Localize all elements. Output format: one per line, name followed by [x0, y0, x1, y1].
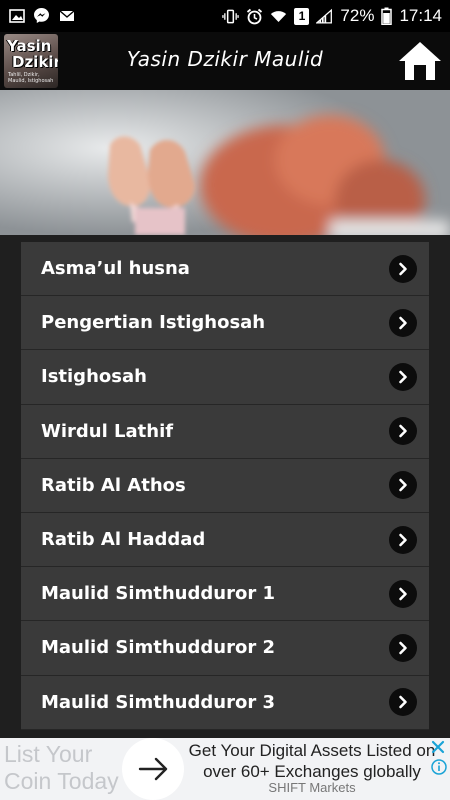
ad-left-text[interactable]: List Your Coin Today	[4, 741, 124, 795]
ad-left-line1: List Your	[4, 741, 93, 767]
app-bar: Yasin Dzikir Tahlil, Dzikir, Maulid, Ist…	[0, 32, 450, 90]
close-icon	[431, 740, 445, 754]
chevron-right-icon	[389, 633, 417, 662]
chevron-right-icon	[389, 417, 417, 446]
menu-item[interactable]: Asma’ul husna	[21, 242, 429, 297]
ad-headline[interactable]: Get Your Digital Assets Listed on over 6…	[188, 740, 436, 782]
signal-icon	[316, 8, 333, 25]
chevron-right-icon	[389, 471, 417, 500]
ad-close-button[interactable]	[430, 739, 446, 755]
menu-item[interactable]: Ratib Al Haddad	[21, 512, 429, 568]
status-bar: 1 72% 17:14	[0, 0, 450, 32]
chevron-right-icon	[389, 254, 417, 283]
menu-item-label: Ratib Al Haddad	[41, 529, 206, 551]
vibrate-icon	[222, 8, 240, 25]
image-icon	[8, 7, 25, 24]
ad-advertiser: SHIFT Markets	[268, 780, 356, 795]
menu-item-label: Ratib Al Athos	[41, 474, 186, 496]
menu-item[interactable]: Ratib Al Athos	[21, 458, 429, 513]
chevron-right-icon	[389, 362, 417, 391]
menu-item[interactable]: Maulid Simthudduror 3	[21, 675, 429, 730]
menu-item-label: Istighosah	[41, 366, 147, 388]
wifi-icon	[270, 8, 287, 25]
ad-left-line2: Coin Today	[4, 768, 119, 794]
menu-item-label: Maulid Simthudduror 2	[41, 637, 275, 659]
menu-list: Asma’ul husna Pengertian Istighosah Istigh…	[21, 242, 429, 730]
chevron-right-icon	[389, 525, 417, 554]
praying-hands-image	[0, 90, 450, 235]
arrow-right-icon	[138, 757, 168, 781]
messenger-icon	[33, 7, 50, 24]
menu-item-label: Pengertian Istighosah	[41, 312, 266, 334]
menu-item[interactable]: Maulid Simthudduror 2	[21, 621, 429, 676]
chevron-right-icon	[389, 579, 417, 608]
status-right: 1 72% 17:14	[222, 6, 442, 26]
menu-item[interactable]: Maulid Simthudduror 1	[21, 567, 429, 622]
chevron-right-icon	[389, 688, 417, 717]
menu-item[interactable]: Istighosah	[21, 350, 429, 405]
home-button[interactable]	[397, 40, 443, 82]
menu-item[interactable]: Wirdul Lathif	[21, 404, 429, 459]
ad-banner[interactable]: List Your Coin Today Get Your Digital As…	[0, 738, 450, 800]
menu-item[interactable]: Pengertian Istighosah	[21, 296, 429, 351]
menu-item-label: Asma’ul husna	[41, 258, 190, 280]
menu-list-container: Asma’ul husna Pengertian Istighosah Istigh…	[0, 235, 450, 738]
banner-image	[0, 90, 450, 235]
chevron-right-icon	[389, 308, 417, 337]
info-icon	[431, 759, 447, 775]
clock-time: 17:14	[399, 6, 442, 25]
mail-icon	[58, 7, 75, 24]
status-left-icons	[8, 7, 75, 24]
battery-icon	[381, 7, 393, 25]
logo-small-text: Tahlil, Dzikir, Maulid, Istighosah	[8, 72, 54, 84]
sim-icon: 1	[294, 7, 310, 25]
menu-item-label: Maulid Simthudduror 1	[41, 583, 275, 605]
app-title: Yasin Dzikir Maulid	[126, 47, 324, 71]
home-icon	[399, 42, 441, 80]
ad-arrow-button[interactable]	[122, 738, 184, 800]
battery-percent: 72%	[340, 6, 375, 25]
sim-badge: 1	[298, 9, 306, 23]
menu-item-label: Maulid Simthudduror 3	[41, 691, 275, 713]
alarm-icon	[246, 8, 263, 25]
ad-info-button[interactable]	[431, 759, 447, 775]
menu-item-label: Wirdul Lathif	[41, 420, 174, 442]
